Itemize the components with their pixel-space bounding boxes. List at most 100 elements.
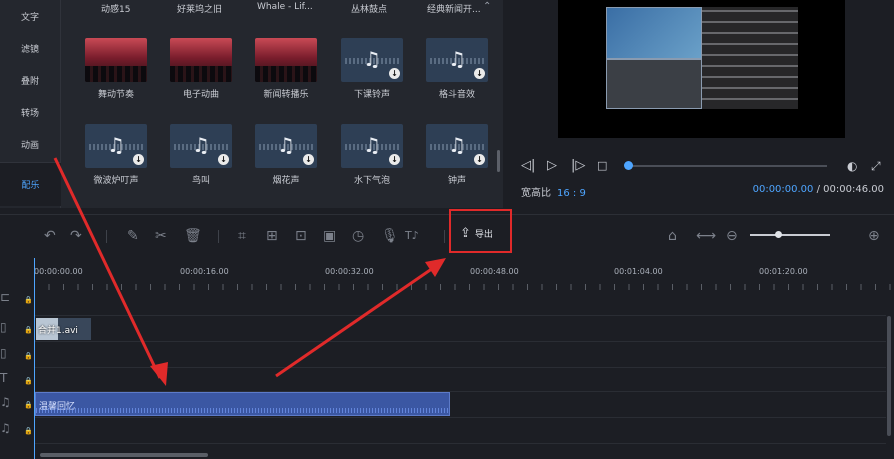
lock-icon[interactable]: 🔒 (24, 377, 33, 385)
download-icon[interactable]: ↓ (474, 154, 485, 165)
track-header-column: ⊏ 🔒 ▯ 🔒 ▯ 🔒 T 🔒 ♫ 🔒 ♫ 🔒 (0, 290, 34, 459)
timeline-vertical-scrollbar[interactable] (887, 316, 891, 436)
music-tile[interactable]: ♫ ↓ 烟花声 (255, 124, 317, 186)
chevron-icon[interactable]: ⌃ (483, 1, 491, 12)
library-scrollbar[interactable] (497, 150, 500, 172)
sidebar-item-text[interactable]: 文字 (0, 0, 60, 32)
list-item[interactable]: Whale - Lif... (257, 2, 313, 12)
cut-icon[interactable]: ✂ (155, 227, 167, 245)
redo-icon[interactable]: ↷ (70, 227, 82, 245)
lock-icon[interactable]: 🔒 (24, 296, 33, 304)
sidebar-item-filter[interactable]: 滤镜 (0, 32, 60, 64)
video-clip[interactable]: 合并1.avi (36, 318, 91, 340)
audio-waveform (36, 408, 449, 413)
music-track-icon: ♫ (0, 421, 11, 435)
text-track-icon: T (0, 371, 8, 385)
sidebar-item-music[interactable]: 配乐 (0, 162, 61, 206)
list-item[interactable]: 丛林鼓点 (351, 2, 387, 15)
video-editor: 文字 滤镜 叠附 转场 动画 配乐 动感15 好莱坞之旧 Whale - Lif… (0, 0, 894, 459)
concert-thumbnail: ↓ (255, 38, 317, 82)
zoom-slider[interactable] (750, 234, 830, 236)
timeline-ruler[interactable]: 00:00:00.00 00:00:16.00 00:00:32.00 00:0… (0, 258, 894, 290)
audio-clip[interactable]: 温馨回忆 (35, 392, 450, 416)
video-track-icon: ▯ (0, 320, 7, 334)
download-icon[interactable]: ↓ (218, 68, 229, 79)
track-lane (34, 342, 886, 368)
music-tile[interactable]: ♫ ↓ 微波炉叮声 (85, 124, 147, 186)
music-tile[interactable]: ♫ ↓ 钟声 (426, 124, 488, 186)
freeze-frame-icon[interactable]: ▣ (323, 227, 336, 245)
lock-icon[interactable]: 🔒 (24, 427, 33, 435)
download-icon[interactable]: ↓ (303, 154, 314, 165)
sidebar-item-animation[interactable]: 动画 (0, 128, 60, 160)
download-icon[interactable]: ↓ (389, 68, 400, 79)
list-item[interactable]: 经典新闻开... (427, 2, 481, 15)
fullscreen-icon[interactable]: ⤢ (871, 157, 881, 175)
tile-label: 微波炉叮声 (93, 176, 139, 186)
library-header-row: 动感15 好莱坞之旧 Whale - Lif... 丛林鼓点 经典新闻开... … (61, 1, 491, 16)
ruler-label: 00:00:16.00 (180, 267, 229, 276)
download-icon[interactable]: ↓ (133, 68, 144, 79)
export-icon: ⇪ (460, 226, 471, 241)
download-icon[interactable]: ↓ (389, 154, 400, 165)
undo-icon[interactable]: ↶ (44, 227, 56, 245)
seek-handle[interactable] (624, 161, 633, 170)
list-item[interactable]: 好莱坞之旧 (177, 2, 222, 15)
split-icon[interactable]: ⊞ (266, 227, 278, 245)
download-icon[interactable]: ↓ (133, 154, 144, 165)
current-time: 00:00:00.00 (752, 184, 814, 195)
playhead[interactable] (34, 258, 35, 459)
music-tile[interactable]: ↓ 电子动曲 (170, 38, 232, 100)
delete-icon[interactable]: 🗑 (184, 227, 202, 245)
music-tile[interactable]: ↓ 舞动节奏 (85, 38, 147, 100)
overlay-track-icon: ▯ (0, 346, 7, 360)
music-note-icon: ♫ (363, 47, 381, 71)
ruler-label: 00:01:20.00 (759, 267, 808, 276)
music-note-icon: ♫ (448, 133, 466, 157)
zoom-slider-handle[interactable] (775, 231, 782, 238)
sidebar-item-overlay[interactable]: 叠附 (0, 64, 60, 96)
edit-pencil-icon[interactable]: ✎ (127, 227, 139, 245)
list-item[interactable]: 动感15 (101, 2, 130, 15)
music-note-thumbnail: ♫ ↓ (426, 124, 488, 168)
preview-frame-image (702, 7, 798, 109)
download-icon[interactable]: ↓ (474, 68, 485, 79)
text-to-speech-icon[interactable]: T♪ (405, 227, 419, 245)
music-note-icon: ♫ (107, 133, 125, 157)
crop-icon[interactable]: ⌗ (238, 227, 246, 245)
music-tile[interactable]: ↓ 新闻转播乐 (255, 38, 317, 100)
export-button[interactable]: ⇪ 导出 (460, 226, 493, 241)
playback-controls: ◁| ▷ |▷ □ ◐ ⤢ (521, 157, 889, 175)
export-label: 导出 (474, 230, 493, 240)
lock-icon[interactable]: 🔒 (24, 401, 33, 409)
music-tile[interactable]: ♫ ↓ 鸟叫 (170, 124, 232, 186)
tile-label: 鸟叫 (191, 176, 210, 186)
mosaic-icon[interactable]: ⊡ (295, 227, 307, 245)
play-icon[interactable]: ▷ (547, 157, 557, 175)
lock-icon[interactable]: 🔒 (24, 326, 33, 334)
tile-label: 钟声 (447, 176, 466, 186)
lock-icon[interactable]: 🔒 (24, 352, 33, 360)
stop-icon[interactable]: □ (597, 157, 607, 175)
microphone-icon[interactable]: 🎙 (381, 227, 399, 245)
music-tile[interactable]: ♫ ↓ 下课铃声 (341, 38, 403, 100)
zoom-out-icon[interactable]: ⊖ (726, 227, 738, 245)
volume-icon[interactable]: ◐ (847, 157, 857, 175)
tile-label: 水下气泡 (353, 176, 390, 186)
duration-icon[interactable]: ◷ (352, 227, 364, 245)
fit-timeline-icon[interactable]: ⟷ (696, 227, 716, 245)
timeline-horizontal-scrollbar[interactable] (40, 453, 208, 457)
previous-frame-icon[interactable]: ◁| (521, 157, 535, 175)
music-tile[interactable]: ♫ ↓ 格斗音效 (426, 38, 488, 100)
sidebar-item-transition[interactable]: 转场 (0, 96, 60, 128)
aspect-ratio[interactable]: 宽高比 16 : 9 (521, 184, 586, 199)
preview-screen (558, 0, 845, 138)
download-icon[interactable]: ↓ (303, 68, 314, 79)
next-frame-icon[interactable]: |▷ (571, 157, 585, 175)
zoom-in-icon[interactable]: ⊕ (868, 227, 880, 245)
download-icon[interactable]: ↓ (218, 154, 229, 165)
video-clip-label: 合并1.avi (38, 326, 78, 336)
music-tile[interactable]: ♫ ↓ 水下气泡 (341, 124, 403, 186)
marker-icon[interactable]: ⌂ (668, 227, 677, 245)
seek-bar[interactable] (627, 165, 827, 167)
